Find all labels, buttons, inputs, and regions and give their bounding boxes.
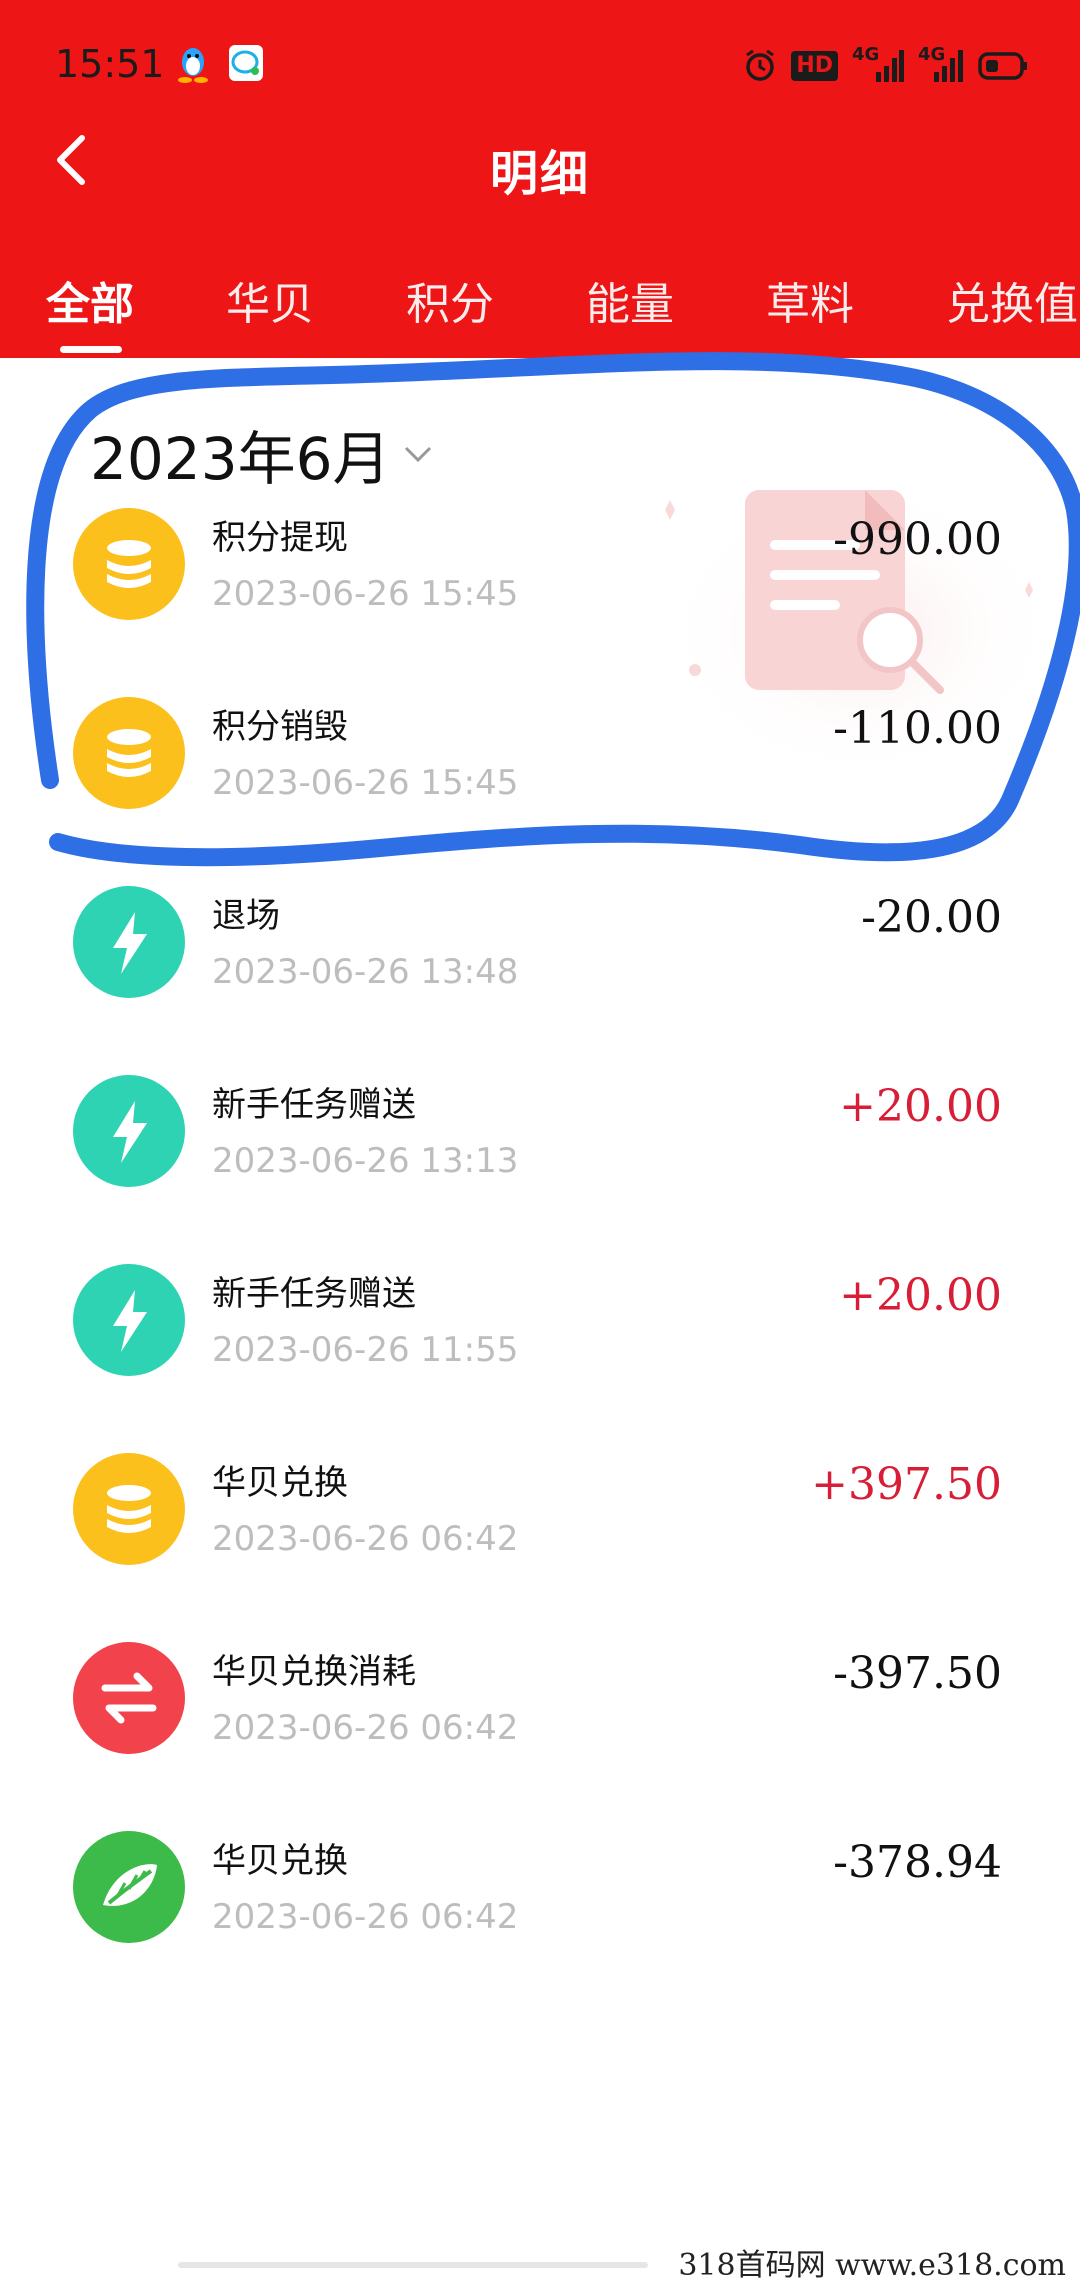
transaction-row[interactable]: 积分提现 2023-06-26 15:45 -990.00: [0, 508, 1080, 696]
watermark-text: 318首码网 www.e318.com: [672, 2240, 1072, 2284]
status-icons: HD 4G 4G: [743, 44, 1028, 86]
transaction-title: 积分销毁: [212, 707, 348, 747]
transaction-time: 2023-06-26 13:48: [212, 952, 519, 992]
transaction-title: 新手任务赠送: [212, 1274, 416, 1314]
tab-exchange-value[interactable]: 兑换值: [946, 268, 1078, 332]
active-tab-indicator: [60, 346, 122, 353]
transaction-row[interactable]: 新手任务赠送 2023-06-26 13:13 +20.00: [0, 1075, 1080, 1263]
transaction-row[interactable]: 华贝兑换 2023-06-26 06:42 +397.50: [0, 1453, 1080, 1641]
alarm-icon: [746, 49, 775, 81]
transaction-row[interactable]: 积分销毁 2023-06-26 15:45 -110.00: [0, 697, 1080, 885]
transaction-row[interactable]: 退场 2023-06-26 13:48 -20.00: [0, 886, 1080, 1074]
transaction-amount: -397.50: [833, 1648, 1002, 1699]
tab-points[interactable]: 积分: [406, 268, 494, 332]
app-header: 15:51 HD 4G 4G 明细 全部 华贝 积分 能量 草料 兑换值: [0, 0, 1080, 358]
transaction-time: 2023-06-26 06:42: [212, 1708, 519, 1748]
transaction-row[interactable]: 华贝兑换 2023-06-26 06:42 -378.94: [0, 1831, 1080, 2019]
lightning-icon: [73, 1264, 185, 1376]
coin-stack-icon: [73, 1453, 185, 1565]
transaction-amount: -990.00: [833, 514, 1002, 565]
coin-stack-icon: [73, 508, 185, 620]
qq-penguin-icon: [178, 48, 208, 83]
transaction-title: 华贝兑换消耗: [212, 1652, 416, 1692]
coin-stack-icon: [73, 697, 185, 809]
status-time: 15:51: [55, 42, 165, 86]
transaction-row[interactable]: 华贝兑换消耗 2023-06-26 06:42 -397.50: [0, 1642, 1080, 1830]
exchange-arrows-icon: [73, 1642, 185, 1754]
transaction-title: 华贝兑换: [212, 1841, 348, 1881]
status-bar: 15:51 HD 4G 4G: [0, 0, 1080, 130]
page-title: 明细: [489, 146, 590, 202]
chat-bubble-icon: [229, 45, 263, 81]
transaction-time: 2023-06-26 11:55: [212, 1330, 519, 1370]
transaction-title: 退场: [212, 896, 280, 936]
transaction-time: 2023-06-26 06:42: [212, 1897, 519, 1937]
transaction-title: 积分提现: [212, 518, 348, 558]
bottom-scroll-indicator: [178, 2262, 648, 2268]
transaction-amount: +20.00: [839, 1081, 1002, 1132]
transaction-amount: -378.94: [833, 1837, 1002, 1888]
month-filter[interactable]: 2023年6月: [90, 412, 433, 496]
chevron-down-icon: [404, 446, 431, 463]
signal-4g-icon: 4G: [918, 44, 964, 84]
transaction-amount: +20.00: [839, 1270, 1002, 1321]
signal-4g-icon: 4G: [852, 44, 904, 84]
lightning-icon: [73, 1075, 185, 1187]
category-tabs: 全部 华贝 积分 能量 草料 兑换值: [0, 262, 1080, 358]
transaction-title: 华贝兑换: [212, 1463, 348, 1503]
leaf-icon: [73, 1831, 185, 1943]
tab-huabei[interactable]: 华贝: [226, 268, 314, 332]
transaction-time: 2023-06-26 15:45: [212, 763, 519, 803]
transaction-row[interactable]: 新手任务赠送 2023-06-26 11:55 +20.00: [0, 1264, 1080, 1452]
transaction-amount: +397.50: [811, 1459, 1002, 1510]
transaction-amount: -20.00: [861, 892, 1002, 943]
month-label: 2023年6月: [90, 425, 391, 493]
tab-forage[interactable]: 草料: [766, 268, 854, 332]
tab-all[interactable]: 全部: [46, 268, 134, 332]
lightning-icon: [73, 886, 185, 998]
tab-energy[interactable]: 能量: [586, 268, 674, 332]
battery-icon: [978, 52, 1027, 80]
transaction-amount: -110.00: [833, 703, 1002, 754]
transaction-time: 2023-06-26 06:42: [212, 1519, 519, 1559]
hd-icon: HD: [791, 51, 838, 81]
transaction-time: 2023-06-26 15:45: [212, 574, 519, 614]
transaction-title: 新手任务赠送: [212, 1085, 416, 1125]
transaction-time: 2023-06-26 13:13: [212, 1141, 519, 1181]
